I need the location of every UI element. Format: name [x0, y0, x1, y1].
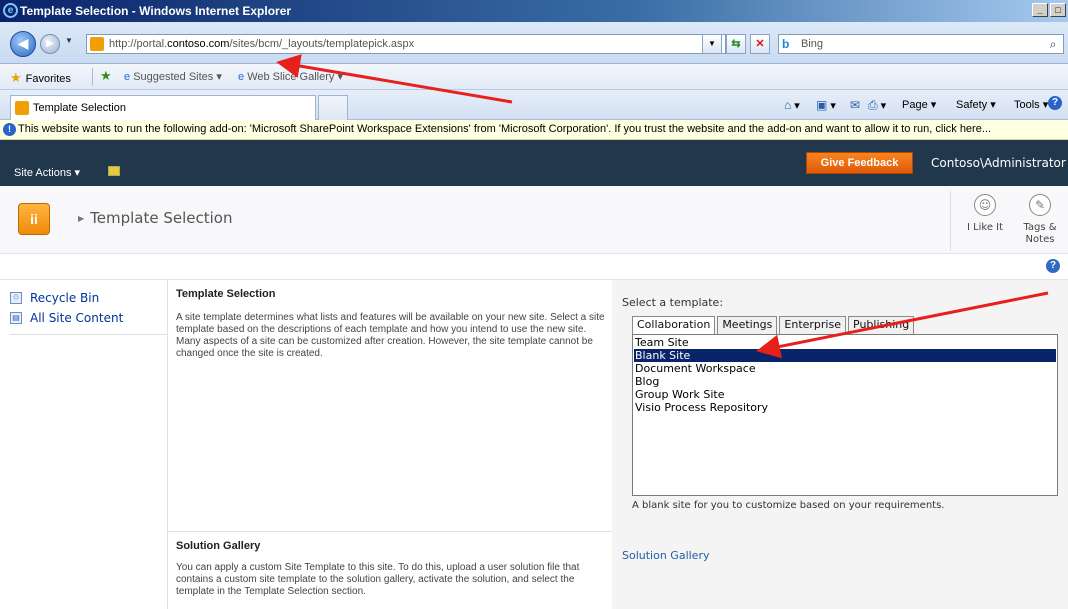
back-button[interactable]: ◀	[10, 31, 36, 57]
site-logo-icon[interactable]: ii	[18, 203, 50, 235]
tab-enterprise[interactable]: Enterprise	[779, 316, 846, 334]
quick-launch-list: ♲ Recycle Bin ▤ All Site Content	[10, 288, 168, 335]
template-visio-process-repository[interactable]: Visio Process Repository	[634, 401, 1056, 414]
info-bar-text: This website wants to run the following …	[18, 123, 992, 135]
history-dropdown-icon[interactable]: ▼	[65, 36, 73, 45]
favorites-separator	[92, 68, 93, 86]
refresh-icon[interactable]: ⇆	[726, 34, 746, 54]
suggested-sites-link[interactable]: e Suggested Sites ▾	[124, 70, 222, 83]
help-menu[interactable]: ?	[1048, 96, 1062, 110]
maximize-button[interactable]: □	[1050, 3, 1066, 17]
search-icon[interactable]: ⌕	[1045, 36, 1061, 52]
forward-button[interactable]: ▶	[40, 34, 60, 54]
tab-publishing[interactable]: Publishing	[848, 316, 915, 334]
recycle-bin-icon: ♲	[10, 292, 22, 304]
add-favorites-icon[interactable]: ★	[100, 68, 112, 84]
selected-template-description: A blank site for you to customize based …	[632, 500, 945, 511]
sharepoint-tab-icon	[15, 101, 29, 115]
window-controls: _ □	[1032, 3, 1066, 17]
sharepoint-help-icon[interactable]: ?	[1046, 259, 1060, 273]
solution-gallery-panel: Solution Gallery	[612, 532, 1068, 609]
print-button[interactable]: ⎙ ▾	[868, 98, 886, 113]
feeds-icon: ▣	[816, 98, 828, 112]
sharepoint-ribbon: Site Actions ▾ Give Feedback Contoso\Adm…	[0, 140, 1068, 186]
favorites-bar: ★ Favorites ★ e Suggested Sites ▾ e Web S…	[0, 64, 1068, 90]
social-separator	[950, 191, 951, 251]
tab-meetings[interactable]: Meetings	[717, 316, 778, 334]
tab-collaboration[interactable]: Collaboration	[632, 316, 716, 335]
all-site-content-icon: ▤	[10, 312, 22, 324]
template-group-work-site[interactable]: Group Work Site	[634, 388, 1056, 401]
breadcrumb-arrow-icon: ▶	[78, 214, 85, 223]
breadcrumb: ▶ Template Selection	[78, 209, 233, 227]
safety-menu[interactable]: Safety ▾	[956, 98, 996, 111]
give-feedback-button[interactable]: Give Feedback	[806, 152, 913, 174]
tab-label: Template Selection	[33, 102, 126, 114]
template-section-title: Template Selection	[176, 288, 276, 300]
i-like-it-button[interactable]: ☺ I Like It	[961, 194, 1009, 234]
template-tabs: Collaboration Meetings Enterprise Publis…	[632, 316, 916, 335]
tab-bar: Template Selection ⌂ ▾ ▣ ▾ ✉ ⎙ ▾ Page ▾ …	[0, 90, 1068, 120]
home-icon: ⌂	[784, 98, 792, 112]
recycle-bin-link[interactable]: ♲ Recycle Bin	[10, 288, 168, 308]
solution-section-description: You can apply a custom Site Template to …	[176, 562, 580, 597]
tags-notes-button[interactable]: ✎ Tags & Notes	[1016, 194, 1064, 246]
help-row: ?	[0, 254, 1068, 280]
user-menu[interactable]: Contoso\Administrator	[931, 156, 1066, 170]
home-button[interactable]: ⌂ ▾	[784, 98, 800, 112]
address-dropdown-icon[interactable]: ▼	[702, 34, 722, 54]
solution-section-title: Solution Gallery	[176, 540, 261, 552]
mail-icon: ✉	[850, 98, 861, 112]
address-url[interactable]: http://portal.contoso.com/sites/bcm/_lay…	[109, 38, 414, 50]
site-actions-menu[interactable]: Site Actions ▾	[14, 166, 80, 179]
page-title-area: ii ▶ Template Selection ☺ I Like It ✎ Tag…	[0, 186, 1068, 254]
tab-template-selection[interactable]: Template Selection	[10, 95, 316, 120]
window-title-bar: e Template Selection - Windows Internet …	[0, 0, 1068, 22]
mail-button[interactable]: ✉	[850, 98, 860, 112]
template-blank-site[interactable]: Blank Site	[634, 349, 1056, 362]
select-template-label: Select a template:	[622, 296, 724, 309]
help-icon: ?	[1048, 96, 1062, 110]
i-like-it-icon: ☺	[974, 194, 996, 216]
solution-gallery-link[interactable]: Solution Gallery	[622, 549, 709, 562]
favorites-button[interactable]: ★ Favorites	[10, 70, 71, 86]
template-picker: Select a template: Collaboration Meeting…	[612, 280, 1068, 532]
addon-info-bar[interactable]: ! This website wants to run the followin…	[0, 120, 1068, 140]
minimize-button[interactable]: _	[1032, 3, 1048, 17]
favorites-star-icon: ★	[10, 70, 22, 85]
template-team-site[interactable]: Team Site	[634, 336, 1056, 349]
all-site-content-link[interactable]: ▤ All Site Content	[10, 308, 168, 328]
template-document-workspace[interactable]: Document Workspace	[634, 362, 1056, 375]
page-menu[interactable]: Page ▾	[902, 98, 936, 111]
template-section-info: Template Selection A site template deter…	[168, 280, 612, 532]
solution-section-info: Solution Gallery You can apply a custom …	[168, 532, 612, 609]
bing-icon: b	[782, 37, 790, 51]
address-bar[interactable]: http://portal.contoso.com/sites/bcm/_lay…	[86, 34, 726, 54]
info-icon: !	[3, 123, 16, 136]
stop-icon[interactable]: ✕	[750, 34, 770, 54]
page-title: Template Selection	[90, 209, 233, 227]
tools-menu[interactable]: Tools ▾	[1014, 98, 1048, 111]
ie-logo-icon: e	[3, 3, 18, 18]
window-title: Template Selection - Windows Internet Ex…	[20, 4, 292, 18]
template-list[interactable]: Team Site Blank Site Document Workspace …	[632, 334, 1058, 496]
address-toolbar: ◀ ▶ ▼ http://portal.contoso.com/sites/bc…	[0, 22, 1068, 64]
print-icon: ⎙	[868, 98, 878, 112]
feeds-button[interactable]: ▣ ▾	[816, 98, 836, 112]
sharepoint-favicon-icon	[90, 37, 104, 51]
quick-launch: ♲ Recycle Bin ▤ All Site Content	[0, 280, 168, 609]
search-box[interactable]: b Bing ⌕	[778, 34, 1064, 54]
tags-notes-icon: ✎	[1029, 194, 1051, 216]
navigate-up-icon[interactable]	[108, 166, 120, 176]
search-input[interactable]: Bing	[801, 38, 823, 50]
new-tab-button[interactable]	[318, 95, 348, 120]
template-section-description: A site template determines what lists an…	[176, 312, 605, 359]
template-blog[interactable]: Blog	[634, 375, 1056, 388]
web-slice-gallery-link[interactable]: e Web Slice Gallery ▾	[238, 70, 343, 83]
